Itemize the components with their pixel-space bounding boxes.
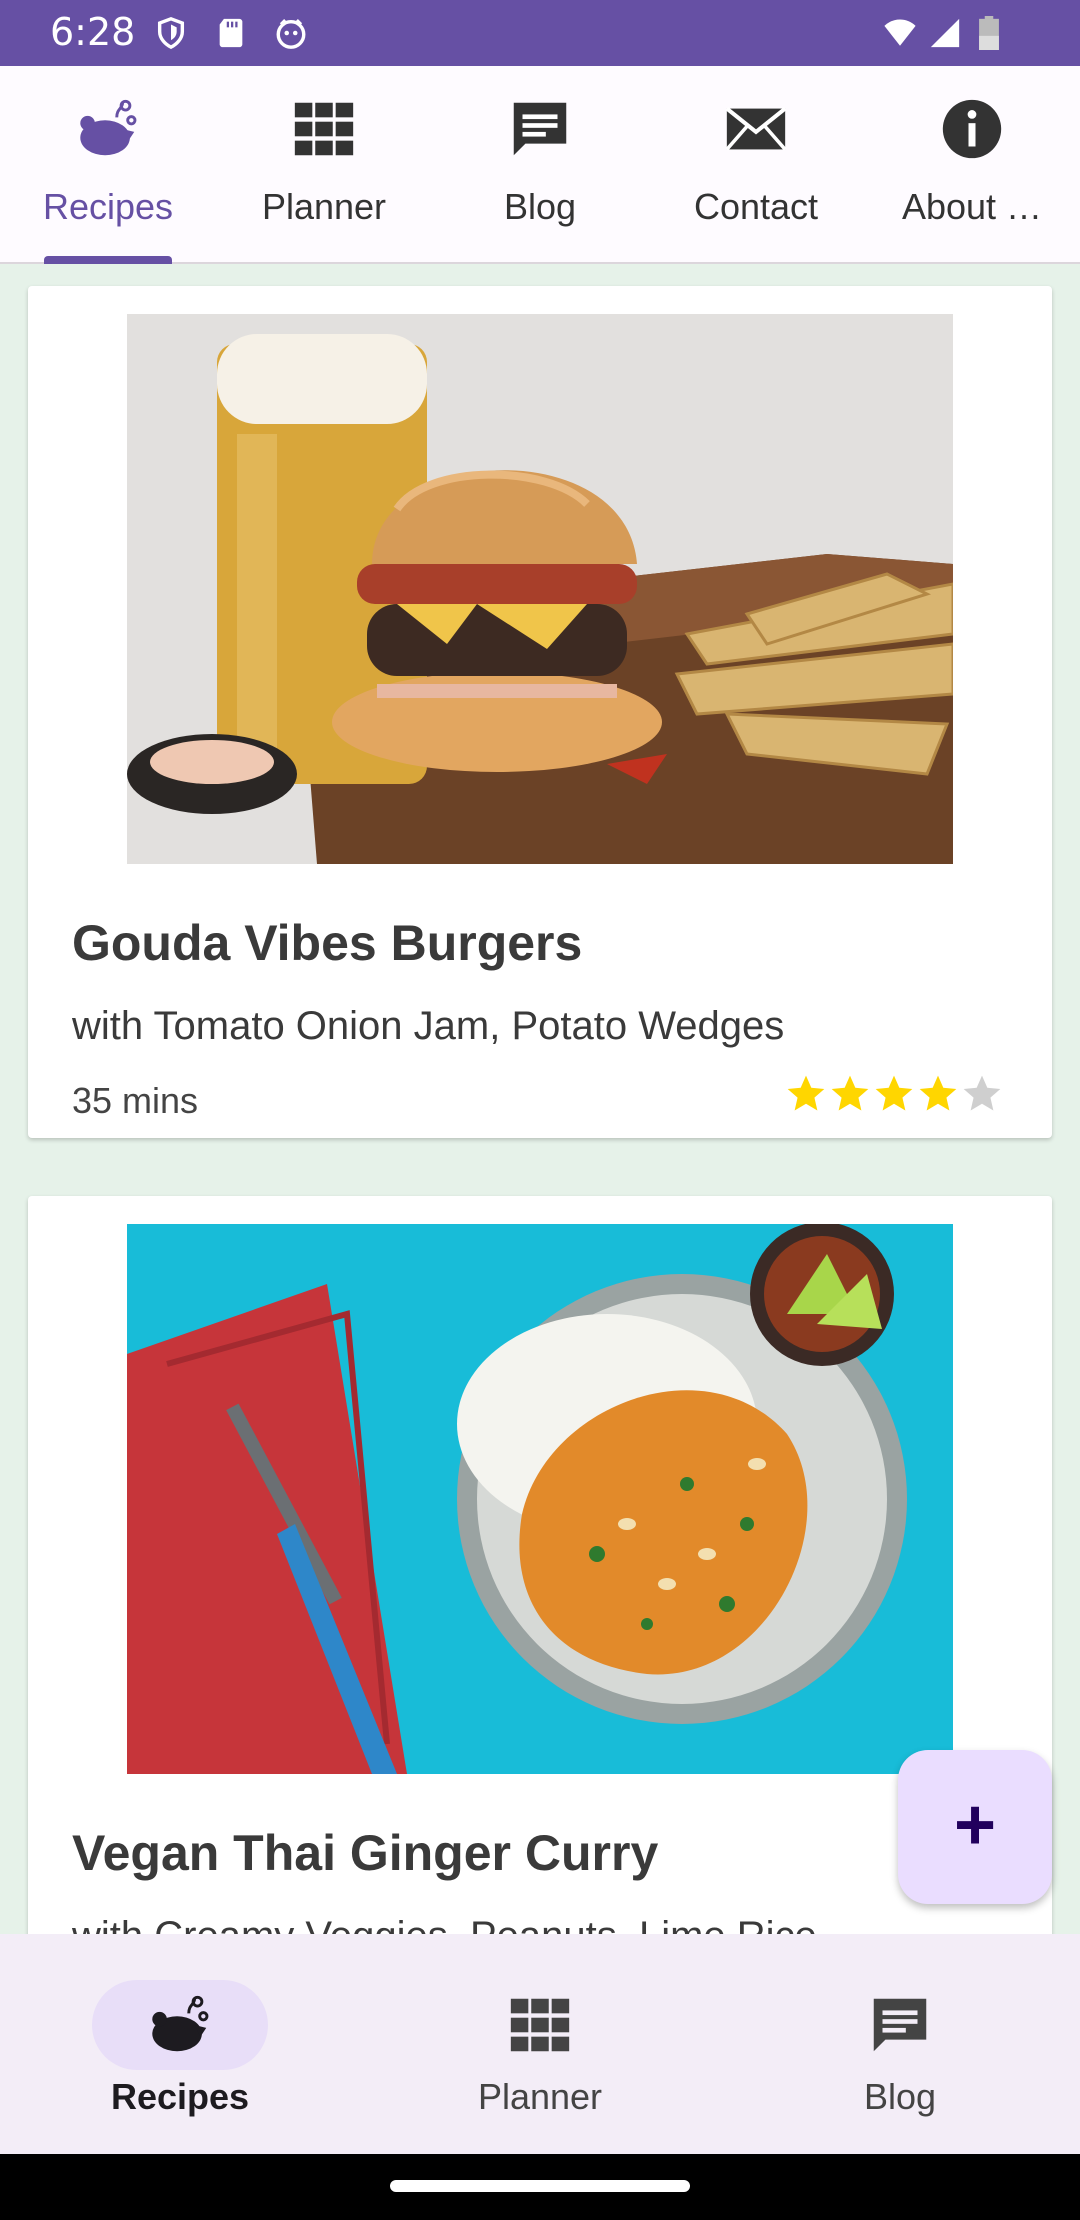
status-bar: 6:28 <box>0 0 1080 66</box>
tab-about[interactable]: About … <box>864 66 1080 262</box>
tab-planner[interactable]: Planner <box>216 66 432 262</box>
recipe-time: 35 mins <box>72 1080 199 1121</box>
tab-contact[interactable]: Contact <box>648 66 864 262</box>
mail-icon <box>725 106 787 151</box>
wifi-icon <box>884 19 916 46</box>
recipe-list[interactable]: Gouda Vibes Burgers with Tomato Onion Ja… <box>0 264 1080 1934</box>
nav-item-recipes[interactable]: Recipes <box>0 1934 360 2154</box>
star-filled-icon <box>919 1075 957 1111</box>
recipes-icon <box>152 1995 209 2052</box>
battery-icon <box>979 16 999 50</box>
recipe-title: Vegan Thai Ginger Curry <box>72 1825 659 1881</box>
tab-blog[interactable]: Blog <box>432 66 648 262</box>
recipe-title: Gouda Vibes Burgers <box>72 915 583 971</box>
recipes-icon <box>80 99 137 156</box>
recipe-image <box>127 314 953 864</box>
sd-card-icon <box>219 18 243 48</box>
signal-icon <box>930 18 960 48</box>
recipe-subtitle: with Creamy Veggies, Peanuts, Lime Rice <box>72 1914 817 1934</box>
recipe-subtitle: with Tomato Onion Jam, Potato Wedges <box>72 1004 785 1048</box>
tab-label: Recipes <box>42 186 174 227</box>
tab-label: Contact <box>693 186 819 227</box>
nav-item-planner[interactable]: Planner <box>360 1934 720 2154</box>
bottom-navigation: Recipes Planner Blog <box>0 1934 1080 2154</box>
tab-label: Planner <box>261 186 387 227</box>
add-recipe-button[interactable]: + <box>898 1750 1052 1904</box>
nav-item-blog[interactable]: Blog <box>720 1934 1080 2154</box>
info-icon <box>942 99 1002 159</box>
chat-icon <box>513 102 567 156</box>
grid-icon <box>294 102 354 156</box>
system-navigation-bar <box>0 2154 1080 2220</box>
star-filled-icon <box>787 1075 825 1111</box>
nav-label: Planner <box>477 2076 603 2117</box>
plus-icon: + <box>953 1785 997 1865</box>
status-time: 6:28 <box>50 10 136 54</box>
tab-recipes[interactable]: Recipes <box>0 66 216 264</box>
shield-icon <box>157 17 185 50</box>
star-filled-icon <box>831 1075 869 1111</box>
nav-label: Blog <box>863 2076 937 2117</box>
recipe-image <box>127 1224 953 1774</box>
chat-icon <box>873 1998 927 2052</box>
star-filled-icon <box>875 1075 913 1111</box>
grid-icon <box>510 1998 570 2052</box>
app-notification-icon <box>276 19 306 49</box>
top-tab-bar: Recipes Planner Blog Contact About … <box>0 66 1080 264</box>
tab-label: Blog <box>503 186 577 227</box>
nav-label: Recipes <box>110 2076 250 2117</box>
rating-stars <box>784 1072 1004 1118</box>
recipe-card[interactable]: Gouda Vibes Burgers with Tomato Onion Ja… <box>28 286 1052 1138</box>
tab-label: About … <box>901 186 1043 227</box>
home-gesture-handle[interactable] <box>390 2180 690 2192</box>
active-tab-indicator <box>44 256 172 264</box>
star-empty-icon <box>963 1075 1001 1111</box>
